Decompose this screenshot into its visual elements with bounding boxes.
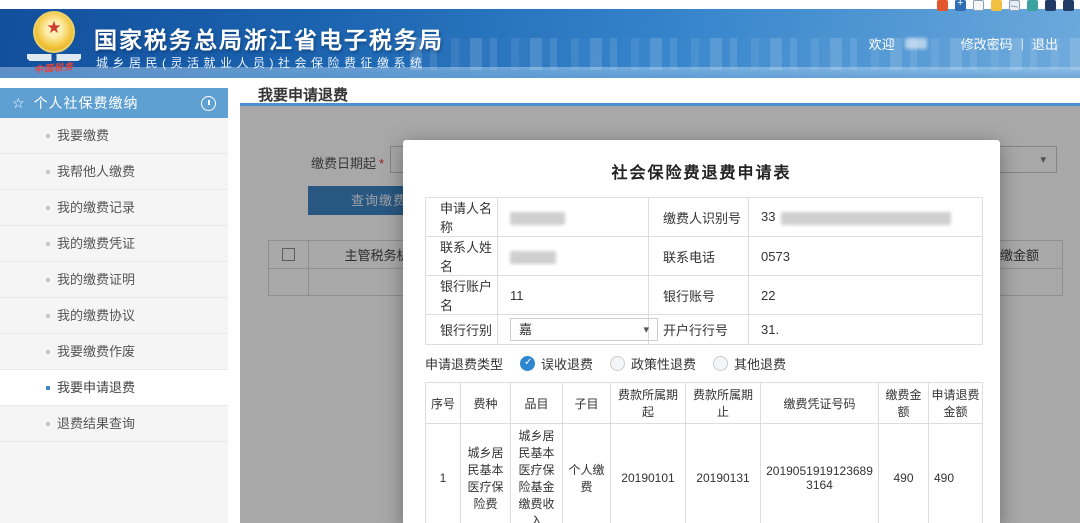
refund-type-option-wrong-collection[interactable]: 误收退费 [520,354,593,373]
plus-icon[interactable] [955,0,966,11]
cell-pay-amount: 490 [879,424,929,523]
taxpayer-id-value: 33 [749,198,983,237]
globe-icon[interactable] [1027,0,1038,11]
form-row: 银行账户名 11 银行账号 22 [426,276,983,315]
applicant-info-table: 申请人名称 缴费人识别号 33 联系人姓名 联系电话 0573 银行账户名 11… [425,197,983,345]
link-separator: | [1021,36,1024,51]
apps-icon[interactable] [1063,0,1074,11]
sidebar-item-pay-for-others[interactable]: 我帮他人缴费 [0,154,228,190]
contact-name-label: 联系人姓名 [426,237,498,276]
col-period-start: 费款所属期起 [611,383,686,424]
masked-value [781,212,951,225]
cell-period-start: 20190101 [611,424,686,523]
sidebar: ☆ 个人社保费缴纳 我要缴费 我帮他人缴费 我的缴费记录 我的缴费凭证 我的缴费… [0,88,228,523]
col-fee-type: 费种 [461,383,511,424]
form-row: 联系人姓名 联系电话 0573 [426,237,983,276]
radio-checked-icon[interactable] [520,356,535,371]
cell-seq: 1 [426,424,461,523]
logout-link[interactable]: 退出 [1032,34,1058,53]
radio-label: 其他退费 [734,354,786,373]
browser-extension-icons [937,0,1074,12]
sidebar-title: 个人社保费缴纳 [34,93,201,113]
refund-type-row: 申请退费类型 误收退费 政策性退费 其他退费 [425,354,1000,373]
sidebar-item-payment-certificate[interactable]: 我的缴费证明 [0,262,228,298]
radio-label: 政策性退费 [631,354,696,373]
bookmark-icon[interactable] [1045,0,1056,11]
mail-icon[interactable] [1009,0,1020,11]
header-links: 欢迎 修改密码 | 退出 [869,34,1058,53]
sidebar-item-pay[interactable]: 我要缴费 [0,118,228,154]
chevron-down-icon: ▾ [643,320,649,341]
page-title: 我要申请退费 [258,84,348,105]
contact-phone-value: 0573 [749,237,983,276]
sidebar-item-payment-agreement[interactable]: 我的缴费协议 [0,298,228,334]
sidebar-item-refund-result[interactable]: 退费结果查询 [0,406,228,442]
cell-voucher-number: 20190519191236893164 [761,424,879,523]
welcome-text: 欢迎 [869,34,895,53]
bank-type-label: 银行行别 [426,315,498,345]
col-item: 品目 [511,383,563,424]
radio-label: 误收退费 [541,354,593,373]
bank-account-name-label: 银行账户名 [426,276,498,315]
history-clock-icon[interactable] [201,96,216,111]
detail-table-data-row: 1 城乡居民基本医疗保险费 城乡居民基本医疗保险基金缴费收入 个人缴费 2019… [426,424,983,523]
col-refund-amount: 申请退费金额 [929,383,983,424]
applicant-name-value [498,198,649,237]
contact-name-value [498,237,649,276]
refund-type-option-policy[interactable]: 政策性退费 [610,354,696,373]
browser-logo-icon[interactable] [937,0,948,11]
cell-fee-type: 城乡居民基本医疗保险费 [461,424,511,523]
bank-type-select[interactable]: 嘉 ▾ [510,318,658,341]
bulb-icon[interactable] [991,0,1002,11]
masked-value [510,251,556,264]
taxpayer-id-label: 缴费人识别号 [649,198,749,237]
col-voucher-number: 缴费凭证号码 [761,383,879,424]
bank-account-name-value: 11 [498,276,649,315]
screen: 中国税务 国家税务总局浙江省电子税务局 城乡居民(灵活就业人员)社会保险费征缴系… [0,0,1080,523]
contact-phone-label: 联系电话 [649,237,749,276]
emblem-script-text: 中国税务 [22,58,87,77]
applicant-name-label: 申请人名称 [426,198,498,237]
cell-item: 城乡居民基本医疗保险基金缴费收入 [511,424,563,523]
col-period-end: 费款所属期止 [686,383,761,424]
refund-detail-table: 序号 费种 品目 子目 费款所属期起 费款所属期止 缴费凭证号码 缴费金额 申请… [425,382,983,523]
clock-icon[interactable] [973,0,984,11]
sidebar-item-payment-cancel[interactable]: 我要缴费作废 [0,334,228,370]
col-pay-amount: 缴费金额 [879,383,929,424]
sidebar-header[interactable]: ☆ 个人社保费缴纳 [0,88,228,118]
bank-branch-number-value: 31. [749,315,983,345]
site-title: 国家税务总局浙江省电子税务局 [94,21,444,55]
col-seq: 序号 [426,383,461,424]
form-row: 申请人名称 缴费人识别号 33 [426,198,983,237]
bank-account-number-value: 22 [749,276,983,315]
refund-type-label: 申请退费类型 [425,354,503,373]
sidebar-item-payment-records[interactable]: 我的缴费记录 [0,190,228,226]
sidebar-item-payment-voucher[interactable]: 我的缴费凭证 [0,226,228,262]
bank-account-number-label: 银行账号 [649,276,749,315]
tax-emblem-logo: 中国税务 [22,11,86,77]
site-subtitle: 城乡居民(灵活就业人员)社会保险费征缴系统 [96,54,427,71]
bank-branch-number-label: 开户行行号 [649,315,749,345]
browser-strip [0,0,1080,9]
sidebar-item-apply-refund[interactable]: 我要申请退费 [0,370,228,406]
refund-application-modal: 社会保险费退费申请表 申请人名称 缴费人识别号 33 联系人姓名 联系电话 05… [403,140,1000,523]
col-subitem: 子目 [563,383,611,424]
radio-unchecked-icon[interactable] [610,356,625,371]
radio-unchecked-icon[interactable] [713,356,728,371]
change-password-link[interactable]: 修改密码 [961,34,1013,53]
refund-type-option-other[interactable]: 其他退费 [713,354,786,373]
form-row: 银行行别 嘉 ▾ 开户行行号 31. [426,315,983,345]
national-emblem-icon [33,11,75,53]
masked-username [905,38,927,49]
cell-period-end: 20190131 [686,424,761,523]
star-icon: ☆ [12,95,25,112]
modal-title: 社会保险费退费申请表 [403,159,1000,183]
cell-refund-amount: 490 [929,424,983,523]
bank-type-cell: 嘉 ▾ [498,315,649,345]
site-banner: 中国税务 国家税务总局浙江省电子税务局 城乡居民(灵活就业人员)社会保险费征缴系… [0,8,1080,78]
cell-subitem: 个人缴费 [563,424,611,523]
detail-table-header-row: 序号 费种 品目 子目 费款所属期起 费款所属期止 缴费凭证号码 缴费金额 申请… [426,383,983,424]
masked-value [510,212,565,225]
